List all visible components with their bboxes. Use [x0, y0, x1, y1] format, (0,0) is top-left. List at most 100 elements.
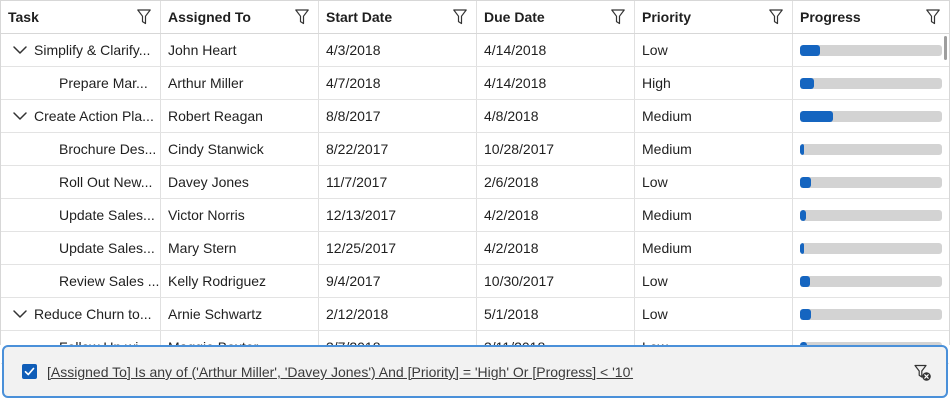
progress-cell[interactable]: [793, 199, 949, 231]
filter-icon[interactable]: [769, 9, 783, 25]
chevron-down-icon[interactable]: [10, 42, 30, 58]
assigned-to-cell[interactable]: Arnie Schwartz: [161, 298, 319, 330]
table-row[interactable]: Review Sales ... Kelly Rodriguez 9/4/2017 1…: [1, 265, 949, 298]
start-date-cell[interactable]: 9/4/2017: [319, 265, 477, 297]
column-header-assigned-to[interactable]: Assigned To: [161, 1, 319, 33]
column-header-task[interactable]: Task: [1, 1, 161, 33]
table-row[interactable]: Prepare Mar... Arthur Miller 4/7/2018 4/14/…: [1, 67, 949, 100]
table-row[interactable]: Update Sales... Mary Stern 12/25/2017 4/2/2…: [1, 232, 949, 265]
filter-expression-link[interactable]: [Assigned To] Is any of ('Arthur Miller'…: [47, 364, 633, 380]
assigned-to-cell[interactable]: Cindy Stanwick: [161, 133, 319, 165]
table-row[interactable]: Brochure Des... Cindy Stanwick 8/22/2017 10…: [1, 133, 949, 166]
start-date-cell[interactable]: 12/13/2017: [319, 199, 477, 231]
filter-enable-checkbox[interactable]: [22, 364, 37, 379]
column-header-start-date[interactable]: Start Date: [319, 1, 477, 33]
table-row[interactable]: Update Sales... Victor Norris 12/13/2017 4/…: [1, 199, 949, 232]
column-header-due-date[interactable]: Due Date: [477, 1, 635, 33]
due-date-value: 4/14/2018: [484, 75, 547, 91]
start-date-cell[interactable]: 8/8/2017: [319, 100, 477, 132]
assigned-to-value: Arthur Miller: [168, 75, 244, 91]
due-date-cell[interactable]: 10/30/2017: [477, 265, 635, 297]
priority-cell[interactable]: High: [635, 67, 793, 99]
progress-bar: [800, 210, 942, 221]
assigned-to-value: Kelly Rodriguez: [168, 273, 267, 289]
due-date-cell[interactable]: 2/6/2018: [477, 166, 635, 198]
filter-icon[interactable]: [611, 9, 625, 25]
progress-cell[interactable]: [793, 166, 949, 198]
task-cell[interactable]: Prepare Mar...: [1, 67, 161, 99]
clear-filter-icon[interactable]: [914, 364, 932, 382]
column-header-progress[interactable]: Progress: [793, 1, 949, 33]
due-date-cell[interactable]: 4/2/2018: [477, 199, 635, 231]
task-cell[interactable]: Brochure Des...: [1, 133, 161, 165]
assigned-to-cell[interactable]: Robert Reagan: [161, 100, 319, 132]
priority-cell[interactable]: Low: [635, 265, 793, 297]
assigned-to-cell[interactable]: Victor Norris: [161, 199, 319, 231]
progress-cell[interactable]: [793, 265, 949, 297]
task-cell[interactable]: Reduce Churn to...: [1, 298, 161, 330]
priority-value: Medium: [642, 108, 692, 124]
task-cell[interactable]: Update Sales...: [1, 199, 161, 231]
filter-icon[interactable]: [137, 9, 151, 25]
start-date-cell[interactable]: 8/22/2017: [319, 133, 477, 165]
assigned-to-cell[interactable]: Arthur Miller: [161, 67, 319, 99]
vertical-scrollbar[interactable]: [944, 36, 947, 60]
start-date-cell[interactable]: 12/25/2017: [319, 232, 477, 264]
progress-bar-fill: [800, 177, 811, 188]
due-date-cell[interactable]: 4/8/2018: [477, 100, 635, 132]
progress-cell[interactable]: [793, 298, 949, 330]
assigned-to-value: John Heart: [168, 42, 237, 58]
progress-cell[interactable]: [793, 34, 949, 66]
table-row[interactable]: Reduce Churn to... Arnie Schwartz 2/12/201…: [1, 298, 949, 331]
priority-cell[interactable]: Low: [635, 166, 793, 198]
assigned-to-cell[interactable]: Mary Stern: [161, 232, 319, 264]
priority-cell[interactable]: Medium: [635, 232, 793, 264]
priority-cell[interactable]: Medium: [635, 100, 793, 132]
progress-bar-fill: [800, 276, 810, 287]
task-cell[interactable]: Update Sales...: [1, 232, 161, 264]
priority-cell[interactable]: Low: [635, 298, 793, 330]
tree-grid: Task Assigned To Start Date Due Date Pri…: [0, 0, 950, 364]
due-date-cell[interactable]: 4/14/2018: [477, 34, 635, 66]
progress-cell[interactable]: [793, 100, 949, 132]
progress-cell[interactable]: [793, 232, 949, 264]
priority-cell[interactable]: Medium: [635, 199, 793, 231]
start-date-cell[interactable]: 4/3/2018: [319, 34, 477, 66]
column-header-label: Start Date: [326, 9, 393, 25]
assigned-to-cell[interactable]: Kelly Rodriguez: [161, 265, 319, 297]
filter-icon[interactable]: [926, 9, 940, 25]
progress-bar-fill: [800, 78, 814, 89]
due-date-cell[interactable]: 4/14/2018: [477, 67, 635, 99]
start-date-cell[interactable]: 4/7/2018: [319, 67, 477, 99]
column-header-label: Priority: [642, 9, 692, 25]
priority-cell[interactable]: Low: [635, 34, 793, 66]
priority-value: High: [642, 75, 671, 91]
chevron-down-icon[interactable]: [10, 306, 30, 322]
table-row[interactable]: Roll Out New... Davey Jones 11/7/2017 2/6/2…: [1, 166, 949, 199]
assigned-to-value: Davey Jones: [168, 174, 249, 190]
assigned-to-cell[interactable]: John Heart: [161, 34, 319, 66]
priority-cell[interactable]: Medium: [635, 133, 793, 165]
column-header-priority[interactable]: Priority: [635, 1, 793, 33]
assigned-to-value: Victor Norris: [168, 207, 245, 223]
due-date-cell[interactable]: 5/1/2018: [477, 298, 635, 330]
table-row[interactable]: Create Action Pla... Robert Reagan 8/8/201…: [1, 100, 949, 133]
progress-bar-fill: [800, 210, 806, 221]
task-cell[interactable]: Simplify & Clarify...: [1, 34, 161, 66]
task-cell[interactable]: Review Sales ...: [1, 265, 161, 297]
due-date-cell[interactable]: 4/2/2018: [477, 232, 635, 264]
due-date-cell[interactable]: 10/28/2017: [477, 133, 635, 165]
start-date-cell[interactable]: 11/7/2017: [319, 166, 477, 198]
task-cell[interactable]: Roll Out New...: [1, 166, 161, 198]
priority-value: Low: [642, 174, 668, 190]
assigned-to-cell[interactable]: Davey Jones: [161, 166, 319, 198]
table-row[interactable]: Simplify & Clarify... John Heart 4/3/2018 4…: [1, 34, 949, 67]
filter-icon[interactable]: [295, 9, 309, 25]
start-date-cell[interactable]: 2/12/2018: [319, 298, 477, 330]
task-cell[interactable]: Create Action Pla...: [1, 100, 161, 132]
filter-icon[interactable]: [453, 9, 467, 25]
progress-cell[interactable]: [793, 133, 949, 165]
progress-cell[interactable]: [793, 67, 949, 99]
chevron-down-icon[interactable]: [10, 108, 30, 124]
progress-bar: [800, 177, 942, 188]
